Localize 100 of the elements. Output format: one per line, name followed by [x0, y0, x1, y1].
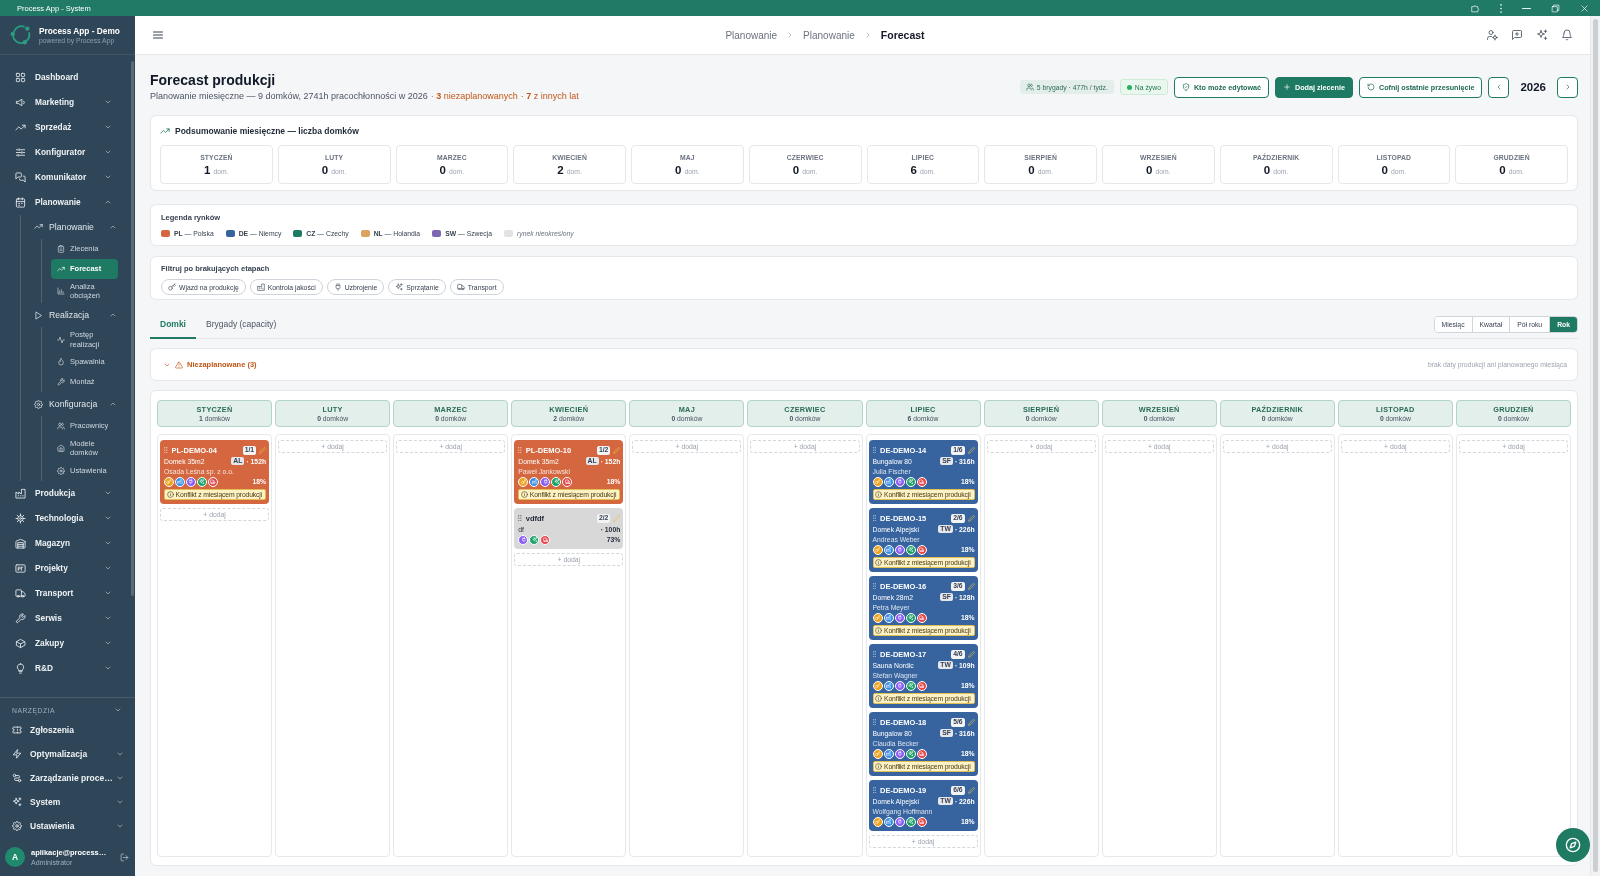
chevron-down-icon[interactable]: [104, 173, 112, 181]
truck-icon: [456, 283, 465, 291]
sidebar-item[interactable]: Marketing: [0, 89, 131, 115]
menu-icon[interactable]: [152, 29, 164, 41]
plug-icon: [894, 816, 905, 827]
scrollbar-thumb[interactable]: [131, 61, 134, 596]
floating-action-button[interactable]: [1556, 828, 1590, 862]
factory-icon: [256, 283, 265, 291]
info-icon: [520, 491, 528, 498]
sidebar-item[interactable]: System: [0, 790, 135, 814]
chevron-down-icon[interactable]: [116, 798, 124, 806]
trend-up-icon: [34, 222, 43, 231]
sidebar-item[interactable]: Sprzedaż: [0, 114, 131, 140]
previous-year-button[interactable]: [1488, 76, 1510, 98]
truck-icon: [916, 816, 927, 827]
restore-icon[interactable]: [1551, 3, 1560, 13]
house-count: 0: [1381, 163, 1388, 176]
sidebar-item[interactable]: Komunikator: [0, 164, 131, 190]
pencil-icon[interactable]: [967, 650, 975, 658]
sidebar-item[interactable]: Zgłoszenia: [0, 718, 135, 742]
page-title: Forecast produkcji: [150, 72, 277, 88]
sidebar-item[interactable]: Transport: [0, 580, 131, 606]
flame-icon: [57, 358, 65, 366]
truck-icon: [916, 748, 927, 759]
message-plus-icon[interactable]: [1511, 29, 1523, 41]
user-settings-icon[interactable]: [1486, 29, 1498, 41]
sidebar-item[interactable]: Zakupy: [0, 630, 131, 656]
sidebar-item[interactable]: Produkcja: [0, 480, 131, 506]
info-icon: [875, 559, 882, 566]
grip-icon[interactable]: [164, 446, 168, 454]
plug-icon: [540, 476, 551, 487]
pencil-icon[interactable]: [967, 718, 975, 726]
tab[interactable]: Domki: [150, 311, 196, 339]
app-name: Process App - Demo: [39, 26, 120, 36]
breadcrumb-link[interactable]: Planowanie: [725, 29, 778, 41]
chevron-up-icon[interactable]: [109, 400, 117, 408]
scrollbar-thumb[interactable]: [1593, 19, 1598, 872]
breadcrumb-link[interactable]: Forecast: [880, 29, 925, 41]
folder-icon: [15, 562, 26, 574]
sidebar-item[interactable]: Realizacja: [21, 303, 131, 328]
chevron-down-icon[interactable]: [104, 98, 112, 106]
factory-icon: [175, 476, 185, 487]
logout-icon[interactable]: [120, 852, 129, 862]
year-label: 2026: [1520, 81, 1546, 93]
grip-icon[interactable]: [872, 718, 876, 726]
megaphone-icon: [15, 96, 26, 108]
sidebar-item[interactable]: Planowanie: [21, 214, 131, 239]
pencil-icon[interactable]: [967, 582, 975, 590]
sidebar-item[interactable]: Planowanie: [0, 189, 131, 215]
sidebar-item[interactable]: Serwis: [0, 605, 131, 631]
sparkles-icon: [395, 283, 404, 291]
chevron-down-icon[interactable]: [104, 148, 112, 156]
ticket-icon: [12, 725, 22, 735]
tab[interactable]: Brygady (capacity): [196, 311, 287, 339]
bell-icon[interactable]: [1561, 29, 1573, 41]
sidebar-item[interactable]: Konfiguracja: [21, 392, 131, 416]
chevron-down-icon[interactable]: [116, 822, 124, 830]
sidebar-item[interactable]: Konfigurator: [0, 139, 131, 165]
grip-icon[interactable]: [872, 650, 876, 658]
pencil-icon[interactable]: [967, 446, 975, 454]
sidebar-item[interactable]: Ustawienia: [0, 814, 135, 838]
sidebar-item[interactable]: Zarządzanie proce…: [0, 766, 135, 790]
next-year-button[interactable]: [1557, 76, 1578, 98]
undo-icon: [1366, 83, 1375, 91]
gear-icon: [12, 821, 22, 831]
chevron-down-icon[interactable]: [104, 123, 112, 131]
grip-icon[interactable]: [872, 786, 876, 794]
grip-icon[interactable]: [518, 514, 522, 522]
lightning-icon: [12, 749, 22, 759]
minimize-icon[interactable]: [1522, 7, 1531, 9]
chevron-down-icon[interactable]: [116, 750, 124, 758]
grid-icon: [15, 71, 26, 83]
puzzle-icon[interactable]: [1471, 3, 1480, 13]
pencil-icon[interactable]: [967, 514, 975, 522]
sparkles-icon[interactable]: [1536, 29, 1548, 41]
info-icon: [875, 763, 882, 770]
house-count: 6: [910, 163, 917, 176]
chevron-down-icon[interactable]: [114, 706, 122, 714]
truck-icon: [208, 476, 218, 487]
sparkles-icon: [551, 476, 562, 487]
sidebar-item[interactable]: Optymalizacja: [0, 742, 135, 766]
play-icon: [34, 310, 43, 320]
sidebar-item[interactable]: Magazyn: [0, 530, 131, 556]
pencil-icon[interactable]: [967, 786, 975, 794]
grip-icon[interactable]: [872, 514, 876, 522]
chevron-down-icon[interactable]: [116, 774, 124, 782]
grip-icon[interactable]: [872, 582, 876, 590]
grip-icon[interactable]: [872, 446, 876, 454]
sidebar-item[interactable]: Technologia: [0, 505, 131, 531]
sidebar-item[interactable]: R&D: [0, 655, 131, 681]
chevron-up-icon[interactable]: [104, 198, 112, 206]
truck-icon: [916, 612, 927, 623]
breadcrumb-link[interactable]: Planowanie: [803, 29, 855, 41]
sidebar-item[interactable]: Dashboard: [0, 64, 131, 90]
plug-icon: [894, 544, 905, 555]
sparkles-icon: [905, 612, 916, 623]
grip-icon[interactable]: [518, 446, 522, 454]
close-icon[interactable]: [1580, 3, 1589, 13]
sidebar-item[interactable]: Projekty: [0, 555, 131, 581]
bar-chart-icon: [57, 286, 65, 295]
